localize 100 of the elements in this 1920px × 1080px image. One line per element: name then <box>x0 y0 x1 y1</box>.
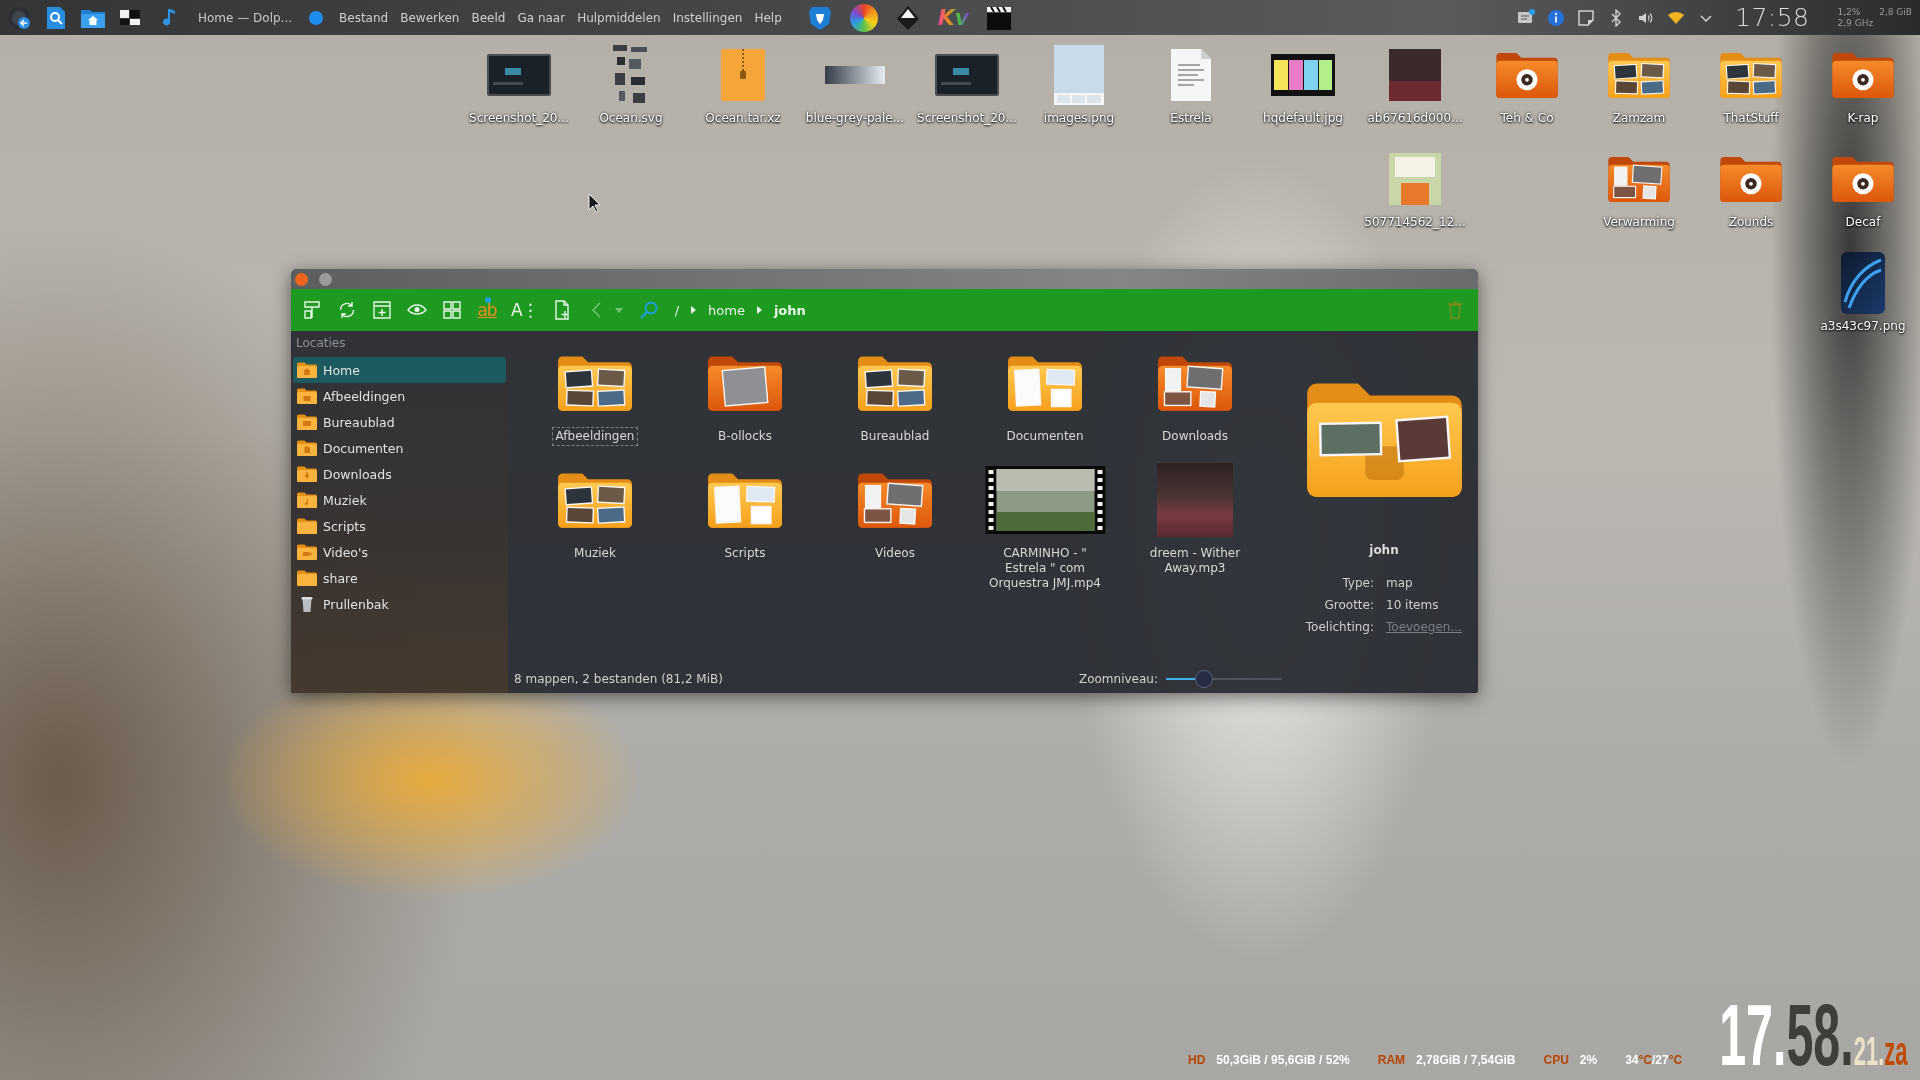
property-value: map <box>1386 575 1414 592</box>
file-name[interactable]: B-ollocks <box>714 427 776 446</box>
property-label: Toelichting: <box>1304 619 1374 636</box>
search-icon <box>638 300 659 320</box>
folder-icon <box>297 414 317 430</box>
clock[interactable]: 17:58 <box>1735 3 1810 32</box>
dot-icon[interactable] <box>309 10 324 25</box>
file-name[interactable]: Afbeeldingen <box>551 427 639 446</box>
sidebar-item[interactable]: Bureaublad <box>293 409 506 435</box>
window-title[interactable]: Home — Dolp... <box>198 10 293 25</box>
desktop-clock: 17.58.21.za <box>1719 999 1908 1070</box>
status-text: 8 mappen, 2 bestanden (81,2 MiB) <box>514 672 723 686</box>
menu-item[interactable]: Bewerken <box>400 10 460 25</box>
file-name[interactable]: Documenten <box>1002 427 1088 446</box>
note-icon[interactable] <box>1577 8 1595 27</box>
sidebar-item[interactable]: Afbeeldingen <box>293 383 506 409</box>
folder-icon[interactable] <box>1008 355 1082 411</box>
photo-placeholder[interactable] <box>1271 54 1335 96</box>
property-value: 10 items <box>1386 597 1440 614</box>
icon-label[interactable]: a3s43c97.png <box>1820 319 1906 333</box>
info-icon[interactable] <box>1547 8 1565 27</box>
icon-label[interactable]: K-rap <box>1847 111 1879 125</box>
slider-handle[interactable] <box>1195 670 1214 688</box>
folder-icon <box>1306 381 1462 497</box>
sidebar-item[interactable]: Downloads <box>293 461 506 487</box>
folder-icon[interactable] <box>708 472 782 528</box>
folder-icon[interactable] <box>1158 355 1232 411</box>
cursor-icon <box>588 193 602 213</box>
folder-icon <box>297 518 317 534</box>
zoom-label: Zoomniveau: <box>1078 672 1158 686</box>
file-name[interactable]: Videos <box>871 544 919 563</box>
breadcrumb-button[interactable]: home <box>706 302 747 318</box>
folder-icon[interactable] <box>1720 156 1782 202</box>
caret-icon <box>691 306 697 314</box>
zoom-slider[interactable] <box>1166 670 1282 688</box>
temperature-reading: 34°C/27°C <box>1625 1053 1683 1067</box>
grid-icon <box>442 300 462 320</box>
icon-label[interactable]: Decaf <box>1845 215 1881 229</box>
file-name[interactable]: Scripts <box>720 544 770 563</box>
image-thumbnail[interactable] <box>825 66 885 84</box>
menu-item[interactable]: Beeld <box>471 10 506 25</box>
sidebar-item[interactable]: share <box>293 565 506 591</box>
folder-icon <box>297 544 317 560</box>
folder-icon[interactable] <box>1720 52 1782 98</box>
caret-icon <box>756 306 762 314</box>
sidebar-item[interactable]: Documenten <box>293 435 506 461</box>
breadcrumb-button[interactable]: / <box>672 302 682 318</box>
image-thumbnail[interactable] <box>1389 153 1441 205</box>
stat-value: 50,3GiB / 95,6GiB / 52% <box>1216 1053 1350 1067</box>
arrow-circle-icon[interactable] <box>7 5 31 30</box>
monitor-reading: 2,9 GHz <box>1837 17 1874 29</box>
sidebar-item[interactable]: Home <box>293 357 506 383</box>
screenshot-thumbnail[interactable] <box>935 54 999 96</box>
menu-item[interactable]: Bestand <box>339 10 389 25</box>
sidebar-item[interactable]: Scripts <box>293 513 506 539</box>
sidebar-item[interactable]: Prullenbak <box>293 591 506 617</box>
image-thumbnail[interactable] <box>1841 252 1885 314</box>
stat-label: CPU <box>1543 1053 1569 1067</box>
menu-item[interactable]: Hulpmiddelen <box>577 10 661 25</box>
file-name[interactable]: Downloads <box>1158 427 1232 446</box>
stat-label: HD <box>1188 1053 1206 1067</box>
archive-icon[interactable] <box>721 49 765 101</box>
dot-icon <box>485 297 491 303</box>
folder-icon <box>297 492 317 508</box>
folder-icon[interactable] <box>858 472 932 528</box>
menu-item[interactable]: Instellingen <box>672 10 743 25</box>
folder-icon[interactable] <box>558 472 632 528</box>
property-label: Type: <box>1341 575 1374 592</box>
trash-icon <box>1445 300 1465 320</box>
image-thumbnail[interactable] <box>1054 45 1104 105</box>
folder-icon[interactable] <box>1608 156 1670 202</box>
folder-icon[interactable] <box>708 355 782 411</box>
folder-icon[interactable] <box>558 355 632 411</box>
folder-icon <box>297 570 317 586</box>
split-view-icon <box>302 300 322 320</box>
monitor-reading: 1,2% <box>1837 6 1862 18</box>
file-name[interactable]: dreem - Wither Away.mp3 <box>1127 544 1263 578</box>
file-name[interactable]: CARMINHO - " Estrela " com Orquestra JMJ.mp4 <box>977 544 1113 593</box>
folder-icon <box>297 466 317 482</box>
folder-icon[interactable] <box>858 355 932 411</box>
folder-icon[interactable] <box>1608 52 1670 98</box>
sidebar-item[interactable]: Muziek <box>293 487 506 513</box>
screenshot-thumbnail[interactable] <box>487 54 551 96</box>
file-name[interactable]: Muziek <box>570 544 620 563</box>
caret-down-icon <box>614 307 623 313</box>
document-search-icon[interactable] <box>44 5 68 30</box>
file-name[interactable]: Bureaublad <box>856 427 934 446</box>
folder-name: john <box>1369 542 1399 558</box>
video-thumbnail[interactable] <box>984 466 1106 534</box>
reload-icon <box>337 300 357 320</box>
folder-icon[interactable] <box>1832 156 1894 202</box>
color-wheel-icon[interactable] <box>849 3 878 32</box>
menu-item[interactable]: Ga naar <box>517 10 566 25</box>
folder-icon[interactable] <box>1496 52 1558 98</box>
monitor-reading: 2,8 GiB <box>1879 6 1912 18</box>
folder-icon <box>297 440 317 456</box>
menu-item[interactable]: Help <box>754 10 782 25</box>
folder-icon <box>297 388 317 404</box>
sidebar-item[interactable]: Video's <box>293 539 506 565</box>
folder-icon[interactable] <box>1832 52 1894 98</box>
